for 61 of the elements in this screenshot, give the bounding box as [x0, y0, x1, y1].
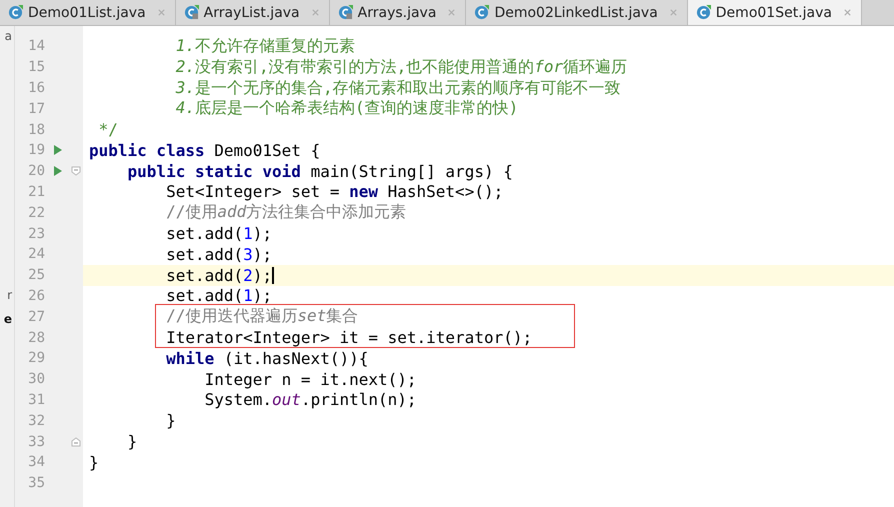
sidebar-text: a: [4, 29, 12, 43]
code-line: Integer n = it.next();: [204, 370, 417, 389]
code-line: }: [126, 432, 138, 452]
file-tab[interactable]: Arrays.java: [330, 0, 466, 25]
line-number: 17: [27, 100, 45, 117]
line-number: 34: [27, 454, 45, 470]
run-icon[interactable]: [53, 165, 63, 178]
code-line: System.out.println(n);: [204, 390, 417, 410]
line-number: 16: [27, 80, 45, 96]
line-number: 25: [27, 267, 45, 284]
run-icon[interactable]: [53, 144, 63, 156]
line-number: 21: [27, 184, 45, 200]
line-number: 20: [27, 163, 45, 180]
line-number: 28: [27, 330, 45, 346]
line-number: 33: [27, 434, 45, 450]
code-line: set.add(2);: [165, 266, 272, 285]
sidebar-text: e: [4, 312, 12, 326]
line-number: 32: [27, 412, 45, 429]
close-icon[interactable]: [668, 8, 678, 17]
code-line: Iterator<Integer> it = set.iterator();: [165, 328, 532, 348]
line-number: 26: [27, 288, 45, 304]
line-number: 27: [27, 308, 45, 325]
close-icon[interactable]: [447, 8, 456, 17]
line-number: 29: [27, 350, 45, 366]
code-line: public static void main(String[] args) {: [126, 162, 513, 181]
line-number: 23: [27, 226, 45, 242]
code-line: 1.不允许存储重复的元素: [174, 36, 355, 57]
fold-icon[interactable]: [71, 166, 81, 176]
file-tab[interactable]: Demo01Set.java: [688, 0, 862, 25]
line-number: 35: [27, 475, 45, 492]
code-line: 2.没有索引,没有带索引的方法,也不能使用普通的for循环遍历: [174, 56, 628, 78]
close-icon[interactable]: [156, 8, 166, 17]
code-line: set.add(3);: [165, 244, 272, 264]
line-number: 31: [27, 392, 45, 408]
line-number: 24: [27, 246, 45, 262]
text-cursor: [272, 266, 274, 284]
code-line: set.add(1);: [165, 224, 272, 244]
code-line: set.add(1);: [165, 286, 272, 306]
code-line: while (it.hasNext()){: [165, 348, 368, 368]
code-line: 3.是一个无序的集合,存储元素和取出元素的顺序有可能不一致: [174, 78, 621, 98]
code-line: }: [89, 452, 99, 472]
code-line: }: [165, 411, 176, 430]
line-number: 14: [27, 38, 45, 54]
code-line: //使用add方法往集合中添加元素: [165, 202, 406, 224]
fold-icon[interactable]: [71, 436, 81, 447]
file-tab[interactable]: Demo01List.java: [0, 0, 176, 25]
close-icon[interactable]: [842, 8, 852, 17]
close-icon[interactable]: [310, 8, 320, 17]
file-tab[interactable]: ArrayList.java: [176, 0, 330, 25]
line-number: 18: [27, 122, 45, 138]
code-line: Set<Integer> set = new HashSet<>();: [165, 182, 504, 202]
line-number: 22: [27, 204, 45, 221]
line-number: 19: [27, 142, 45, 158]
code-line: */: [98, 120, 118, 140]
file-tab[interactable]: Demo02LinkedList.java: [466, 0, 688, 25]
line-number: 30: [27, 371, 45, 388]
code-line: public class Demo01Set {: [89, 140, 320, 160]
code-line: 4.底层是一个哈希表结构(查询的速度非常的快): [174, 98, 518, 120]
code-line: //使用迭代器遍历set集合: [165, 306, 358, 328]
line-number: 15: [27, 59, 45, 76]
sidebar-text: r: [7, 288, 12, 302]
